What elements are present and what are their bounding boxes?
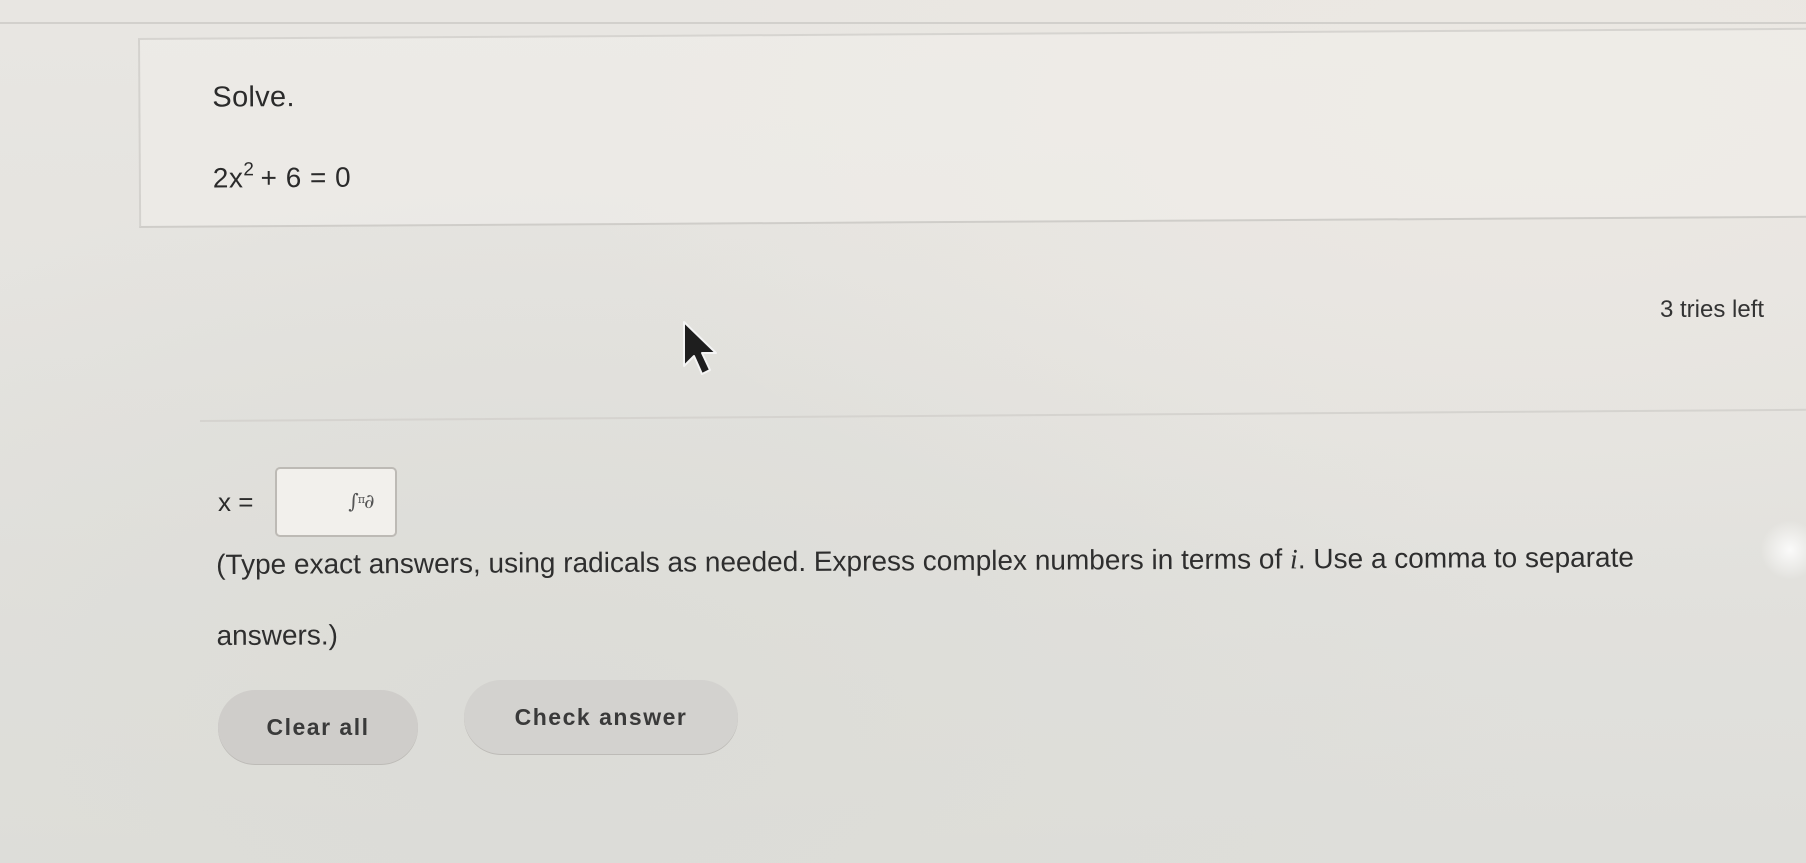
math-template-icon[interactable]: ∫π∂ [348,489,374,513]
clear-all-button[interactable]: Clear all [218,690,418,764]
help-text-variable: i [1289,544,1298,576]
question-panel: Solve. 2x2 + 6 = 0 [138,27,1806,228]
screen-glare [1760,520,1806,580]
answer-row: x = ∫π∂ [218,466,398,538]
divider [200,408,1806,422]
tries-left: 3 tries left [1660,296,1765,323]
equation-base: 2x [212,162,244,194]
mouse-cursor-icon [683,321,717,375]
top-strip [0,0,1806,24]
screen: Solve. 2x2 + 6 = 0 3 tries left x = ∫π∂ (… [0,0,1806,863]
question-equation: 2x2 + 6 = 0 [213,159,352,195]
check-answer-button[interactable]: Check answer [464,680,738,754]
answer-label: x = [218,486,254,517]
answer-input[interactable]: ∫π∂ [275,467,398,537]
equation-exponent: 2 [243,159,255,181]
equation-rest: + 6 = 0 [260,161,352,194]
help-text-start: (Type exact answers, using radicals as n… [216,543,1291,580]
question-instruction: Solve. [212,81,295,114]
answer-instructions: (Type exact answers, using radicals as n… [216,522,1737,671]
